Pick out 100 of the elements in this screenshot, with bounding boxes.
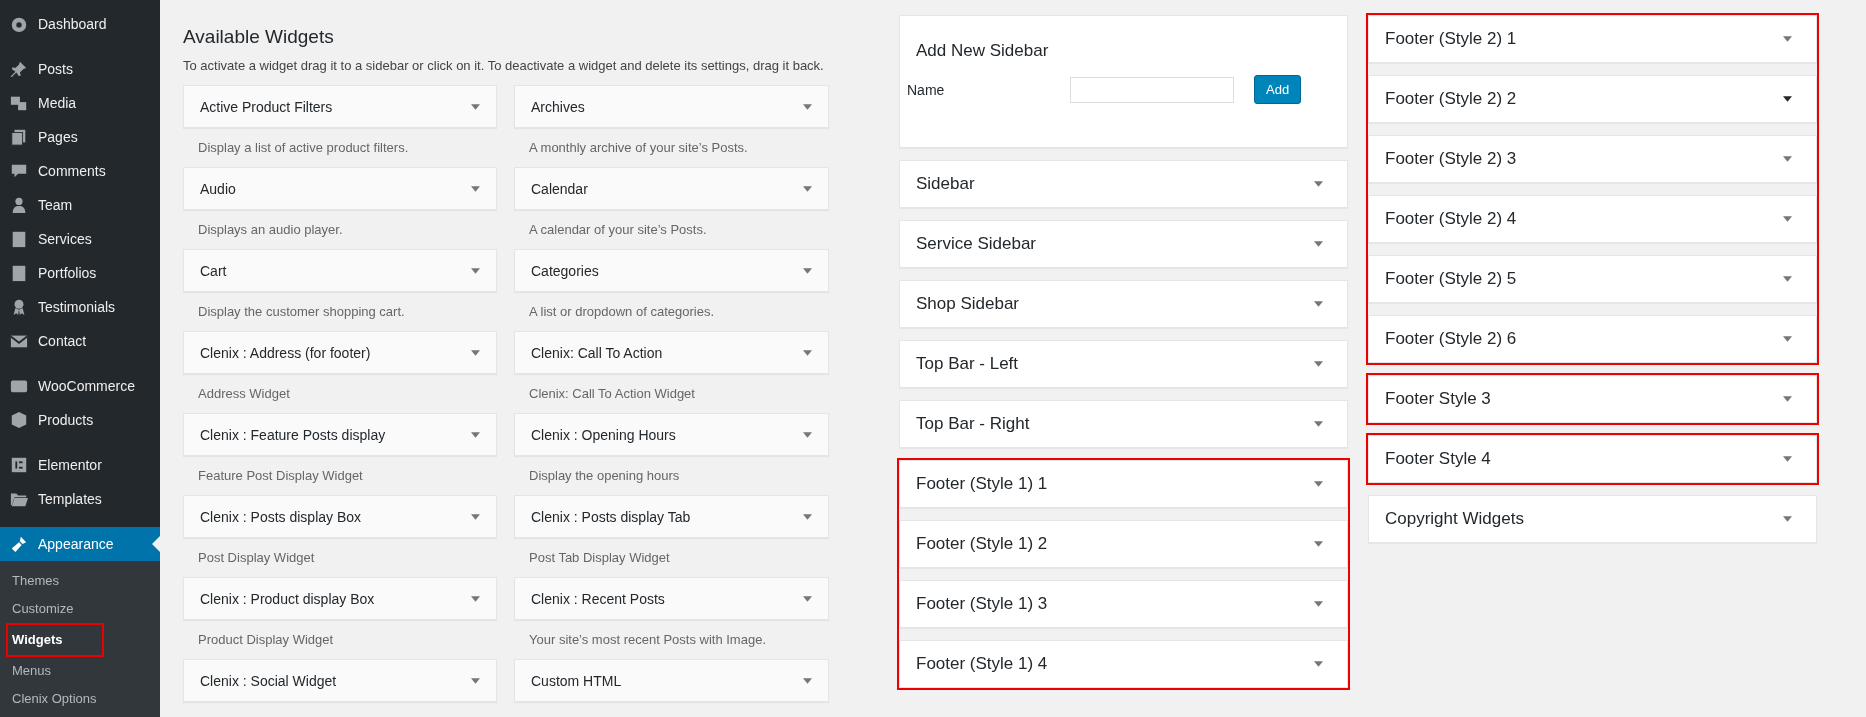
- widget-description: A list or dropdown of categories.: [529, 304, 714, 319]
- sidebar-area[interactable]: Shop Sidebar: [899, 280, 1348, 328]
- sidebar-title: Footer (Style 1) 3: [916, 594, 1048, 614]
- widget-item[interactable]: Calendar: [514, 167, 829, 210]
- caret-icon: [471, 103, 480, 110]
- widget-item[interactable]: Clenix : Recent Posts: [514, 577, 829, 620]
- widget-description: Displays an audio player.: [198, 222, 343, 237]
- submenu-item[interactable]: Widgets: [6, 623, 104, 657]
- sidebar-title: Footer Style 4: [1385, 449, 1491, 469]
- widget-description: Clenix: Call To Action Widget: [529, 386, 695, 401]
- widget-item[interactable]: Archives: [514, 85, 829, 128]
- widget-title: Categories: [531, 262, 599, 279]
- sidebar-area[interactable]: Footer (Style 2) 3: [1368, 135, 1817, 183]
- widget-item[interactable]: Categories: [514, 249, 829, 292]
- widget-item[interactable]: Custom HTML: [514, 659, 829, 702]
- widget-title: Clenix : Address (for footer): [200, 344, 371, 361]
- menu-item[interactable]: Elementor: [0, 448, 160, 482]
- sidebar-area[interactable]: Service Sidebar: [899, 220, 1348, 268]
- widget-title: Custom HTML: [531, 672, 622, 689]
- widget-description: Display the customer shopping cart.: [198, 304, 405, 319]
- menu-item[interactable]: Services: [0, 222, 160, 256]
- widget-title: Clenix : Posts display Box: [200, 508, 362, 525]
- widget-description: Display the opening hours: [529, 468, 680, 483]
- field-label: Name: [907, 81, 946, 98]
- menu-icon: [10, 230, 28, 248]
- widget-item[interactable]: Audio: [183, 167, 497, 210]
- widget-item[interactable]: Clenix : Social Widget: [183, 659, 497, 702]
- widget-item[interactable]: Cart: [183, 249, 497, 292]
- widget-item[interactable]: Clenix: Call To Action: [514, 331, 829, 374]
- sidebar-title: Footer (Style 1) 1: [916, 474, 1048, 494]
- section-description: To activate a widget drag it to a sidebar or click on it. To deactivate a widget and delete its settings, drag it back.: [183, 58, 825, 73]
- widget-description: Display a list of active product filters.: [198, 140, 409, 155]
- caret-icon: [803, 349, 812, 356]
- menu-item[interactable]: Dashboard: [0, 7, 160, 41]
- menu-icon: [10, 128, 28, 146]
- sidebar-area[interactable]: Footer Style 3: [1368, 375, 1817, 423]
- menu-item[interactable]: Portfolios: [0, 256, 160, 290]
- menu-icon: [10, 535, 28, 553]
- menu-item[interactable]: Posts: [0, 52, 160, 86]
- caret-icon: [803, 103, 812, 110]
- widget-description: Address Widget: [198, 386, 290, 401]
- menu-item[interactable]: Appearance: [0, 527, 160, 561]
- widget-title: Calendar: [531, 180, 588, 197]
- name-field[interactable]: [1070, 76, 1234, 103]
- sidebar-area[interactable]: Copyright Widgets: [1368, 495, 1817, 543]
- menu-item[interactable]: Comments: [0, 154, 160, 188]
- caret-icon: [471, 513, 480, 520]
- menu-item[interactable]: Team: [0, 188, 160, 222]
- menu-item[interactable]: WooCommerce: [0, 369, 160, 403]
- sidebar-area[interactable]: Top Bar - Left: [899, 340, 1348, 388]
- widget-item[interactable]: Clenix : Product display Box: [183, 577, 497, 620]
- widget-item[interactable]: Clenix : Address (for footer): [183, 331, 497, 374]
- sidebar-title: Service Sidebar: [916, 234, 1036, 254]
- submenu-item[interactable]: Clenix Options: [0, 685, 160, 713]
- menu-item[interactable]: Templates: [0, 482, 160, 516]
- menu-icon: [10, 196, 28, 214]
- sidebar-area[interactable]: Footer (Style 2) 5: [1368, 255, 1817, 303]
- widget-description: Post Display Widget: [198, 550, 315, 565]
- widget-description: Your site’s most recent Posts with Image.: [529, 632, 766, 647]
- menu-item[interactable]: Pages: [0, 120, 160, 154]
- add-button[interactable]: Add: [1254, 75, 1302, 104]
- menu-item[interactable]: Contact: [0, 324, 160, 358]
- sidebar-area[interactable]: Top Bar - Right: [899, 400, 1348, 448]
- widget-item[interactable]: Clenix : Posts display Box: [183, 495, 497, 538]
- menu-icon: [10, 60, 28, 78]
- widget-title: Clenix: Call To Action: [531, 344, 663, 361]
- submenu-item[interactable]: Customize: [0, 595, 160, 623]
- sidebar-area[interactable]: Footer (Style 2) 1: [1368, 15, 1817, 63]
- caret-icon: [471, 267, 480, 274]
- submenu-item[interactable]: Themes: [0, 567, 160, 595]
- sidebar-title: Footer (Style 1) 4: [916, 654, 1048, 674]
- sidebar-area[interactable]: Footer (Style 2) 4: [1368, 195, 1817, 243]
- sidebar-area[interactable]: Sidebar: [899, 160, 1348, 208]
- submenu-item[interactable]: Menus: [0, 657, 160, 685]
- sidebar-area[interactable]: Footer Style 4: [1368, 435, 1817, 483]
- caret-icon: [471, 349, 480, 356]
- widget-item[interactable]: Clenix : Posts display Tab: [514, 495, 829, 538]
- panel-title: Add New Sidebar: [916, 41, 1050, 61]
- sidebar-area[interactable]: Footer (Style 2) 6: [1368, 315, 1817, 363]
- caret-icon: [471, 595, 480, 602]
- sidebar-area[interactable]: Footer (Style 1) 2: [899, 520, 1348, 568]
- caret-icon: [803, 595, 812, 602]
- menu-item[interactable]: Media: [0, 86, 160, 120]
- menu-item[interactable]: Testimonials: [0, 290, 160, 324]
- widget-title: Archives: [531, 98, 585, 115]
- widget-item[interactable]: Clenix : Opening Hours: [514, 413, 829, 456]
- sidebar-area[interactable]: Footer (Style 1) 3: [899, 580, 1348, 628]
- widget-title: Clenix : Opening Hours: [531, 426, 676, 443]
- sidebar-title: Footer Style 3: [1385, 389, 1491, 409]
- sidebar-area[interactable]: Footer (Style 1) 1: [899, 460, 1348, 508]
- widget-title: Cart: [200, 262, 227, 279]
- sidebar-title: Footer (Style 2) 3: [1385, 149, 1517, 169]
- widget-item[interactable]: Active Product Filters: [183, 85, 497, 128]
- menu-item[interactable]: Products: [0, 403, 160, 437]
- sidebar-area[interactable]: Footer (Style 2) 2: [1368, 75, 1817, 123]
- sidebar-area[interactable]: Footer (Style 1) 4: [899, 640, 1348, 688]
- sidebar-title: Footer (Style 2) 2: [1385, 89, 1517, 109]
- widget-item[interactable]: Clenix : Feature Posts display: [183, 413, 497, 456]
- menu-icon: [10, 15, 28, 33]
- section-title: Available Widgets: [183, 26, 335, 48]
